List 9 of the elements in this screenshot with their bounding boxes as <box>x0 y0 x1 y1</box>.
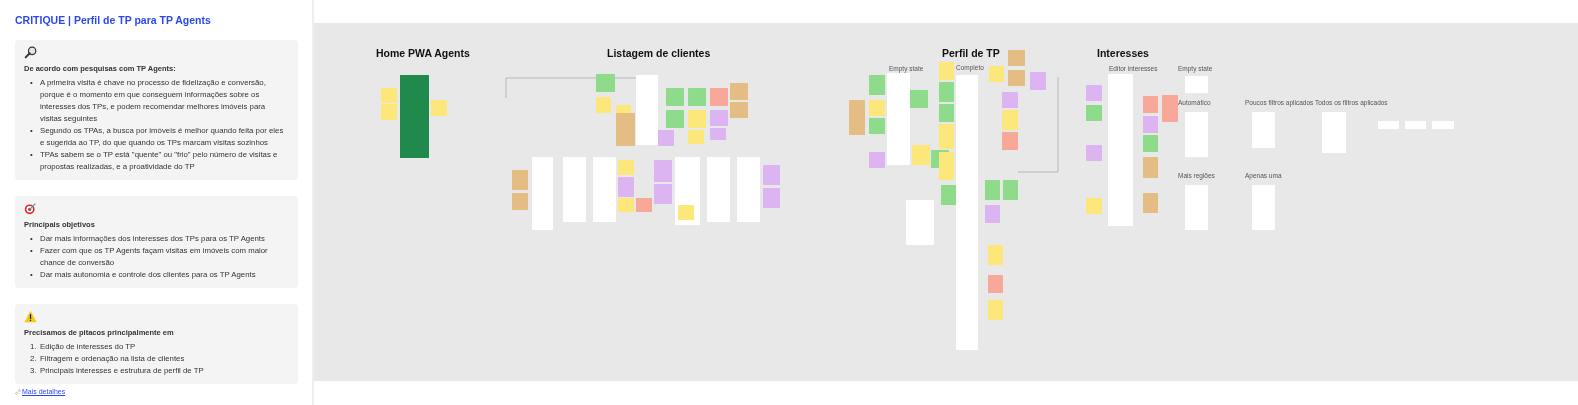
section-heading: Home PWA Agents <box>376 47 470 59</box>
section-heading: Perfil de TP <box>942 47 1000 59</box>
board-title: CRITIQUE | Perfil de TP para TP Agents <box>15 14 212 26</box>
link-icon <box>15 388 21 395</box>
section-heading: Interesses <box>1097 47 1149 59</box>
section-heading: Listagem de clientes <box>607 47 711 59</box>
warning-icon <box>24 310 37 323</box>
target-icon <box>24 202 37 215</box>
magnifier-icon <box>24 46 37 59</box>
